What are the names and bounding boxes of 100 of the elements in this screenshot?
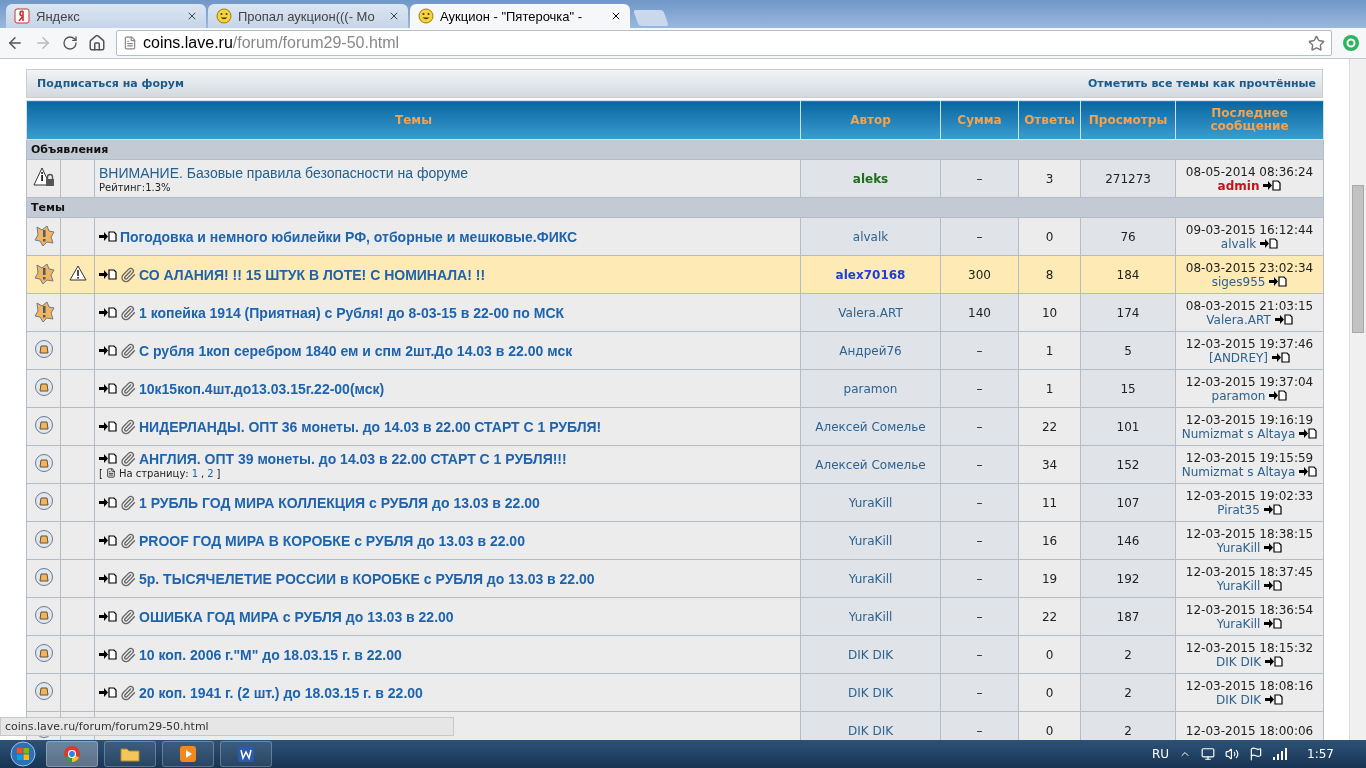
network-icon[interactable] [1201,747,1216,761]
author-link[interactable]: alex70168 [835,267,906,282]
scrollbar[interactable] [1349,59,1366,740]
author-link[interactable]: YuraKill [848,609,893,624]
new-post-icon[interactable] [1269,390,1288,401]
new-post-icon[interactable] [99,231,117,242]
clock[interactable]: 1:57 [1307,747,1334,761]
last-post-date: 12-03-2015 18:38:15 [1184,526,1315,541]
new-post-icon[interactable] [99,453,117,464]
browser-tab[interactable]: Пропал аукцион(((- Мо [208,4,408,28]
new-post-icon[interactable] [1264,542,1283,553]
last-post-author[interactable]: paramon [1211,388,1266,403]
last-post-date: 08-03-2015 21:03:15 [1184,298,1315,313]
last-post-author[interactable]: YuraKill [1216,616,1261,631]
mark-read-link[interactable]: Отметить все темы как прочтённые [1088,77,1316,90]
document-app-icon[interactable] [237,745,255,763]
new-post-icon[interactable] [99,421,117,432]
last-post-author[interactable]: YuraKill [1216,578,1261,593]
author-link[interactable]: YuraKill [848,533,893,548]
play-icon[interactable] [179,745,197,763]
views-cell: 146 [1080,521,1176,560]
last-post-author[interactable]: alvalk [1220,236,1257,251]
new-post-icon[interactable] [1263,180,1282,191]
views-cell: 192 [1080,559,1176,598]
author-link[interactable]: aleks [852,171,889,186]
sum-cell: – [940,521,1019,560]
reload-icon[interactable] [62,35,78,51]
extension-icon[interactable] [1342,34,1360,52]
close-icon[interactable] [186,10,198,22]
close-icon[interactable] [388,10,400,22]
home-icon[interactable] [88,34,106,52]
page-link[interactable]: 2 [207,467,214,479]
scrollbar-thumb[interactable] [1352,185,1364,333]
author-link[interactable]: YuraKill [848,495,893,510]
topic-link[interactable]: ВНИМАНИЕ. Базовые правила безопасности на форуме [99,164,469,181]
new-post-icon[interactable] [1264,618,1283,629]
new-post-icon[interactable] [99,345,117,356]
subscribe-link[interactable]: Подписаться на форум [37,77,184,90]
folder-icon[interactable] [120,746,140,762]
new-post-icon[interactable] [1260,238,1279,249]
topic-link[interactable]: ОШИБКА ГОД МИРА с РУБЛЯ до 13.03 в 22.00 [139,608,454,625]
browser-app-icon[interactable] [63,745,81,763]
close-icon[interactable] [610,10,622,22]
author-link[interactable]: Valera.ART [838,305,903,320]
browser-tab[interactable]: Яндекс [6,4,206,28]
topic-link[interactable]: 10 коп. 2006 г."М" до 18.03.15 г. в 22.00 [139,646,402,663]
author-link[interactable]: alvalk [852,229,889,244]
last-post-author[interactable]: Valera.ART [1206,312,1271,327]
signal-icon[interactable] [1273,748,1288,760]
author-link[interactable]: DIK DIK [847,685,894,700]
topic-icon [33,453,54,473]
new-post-icon[interactable] [1274,314,1293,325]
topic-link[interactable]: 20 коп. 1941 г. (2 шт.) до 18.03.15 г. в 22.00 [139,684,423,701]
new-post-icon[interactable] [99,269,117,280]
volume-icon[interactable] [1225,747,1240,761]
new-post-icon[interactable] [99,497,117,508]
new-post-icon[interactable] [1265,656,1284,667]
topic-link[interactable]: АНГЛИЯ. ОПТ 39 монеты. до 14.03 в 22.00 СТАРТ С 1 РУБЛЯ!!! [139,450,567,467]
new-post-icon[interactable] [1299,428,1318,439]
new-post-icon[interactable] [99,687,117,698]
taskbar-button[interactable] [104,741,156,767]
bracket: [ [99,467,103,479]
last-post-author[interactable]: Pirat35 [1217,502,1260,517]
bookmark-star-icon[interactable] [1308,34,1325,52]
new-post-icon[interactable] [1299,466,1318,477]
taskbar-button[interactable] [220,741,272,767]
browser-tab[interactable]: Аукцион - "Пятерочка" - [410,4,630,28]
new-post-icon[interactable] [99,535,117,546]
new-post-icon[interactable] [99,307,117,318]
last-post-author[interactable]: Numizmat s Altaya [1181,464,1296,479]
address-field[interactable]: coins.lave.ru/forum/forum29-50.html [116,30,1332,56]
new-post-icon[interactable] [1272,352,1291,363]
flag-icon[interactable] [1249,747,1264,761]
last-post-author[interactable]: [ANDREY] [1209,350,1269,365]
taskbar-button[interactable] [162,741,214,767]
author-link[interactable]: DIK DIK [847,647,894,662]
author-link[interactable]: DIK DIK [847,723,894,738]
attachment-icon [120,494,136,511]
new-post-icon[interactable] [1263,504,1282,515]
author-link[interactable]: Андрей76 [839,343,902,358]
topic-link[interactable]: 10к15коп.4шт.до13.03.15г.22-00(мск) [139,380,385,397]
language-indicator[interactable]: RU [1151,747,1170,761]
new-post-icon[interactable] [99,383,117,394]
new-post-icon[interactable] [99,649,117,660]
new-post-icon[interactable] [1264,580,1283,591]
last-post-author[interactable]: DIK DIK [1215,692,1262,707]
new-post-icon[interactable] [1269,276,1288,287]
back-icon[interactable] [6,34,24,52]
last-post-author[interactable]: YuraKill [1216,540,1261,555]
last-post-author[interactable]: DIK DIK [1215,654,1262,669]
replies-cell: 22 [1018,407,1081,446]
last-post-author[interactable]: admin [1217,178,1260,193]
new-post-icon[interactable] [99,573,117,584]
author-link[interactable]: YuraKill [848,571,893,586]
page-link[interactable]: 1 [191,467,199,479]
new-post-icon[interactable] [1265,694,1284,705]
new-post-icon[interactable] [99,611,117,622]
last-post-author[interactable]: siges955 [1211,274,1266,289]
last-post-author[interactable]: Numizmat s Altaya [1181,426,1296,441]
author-link[interactable]: paramon [843,381,898,396]
